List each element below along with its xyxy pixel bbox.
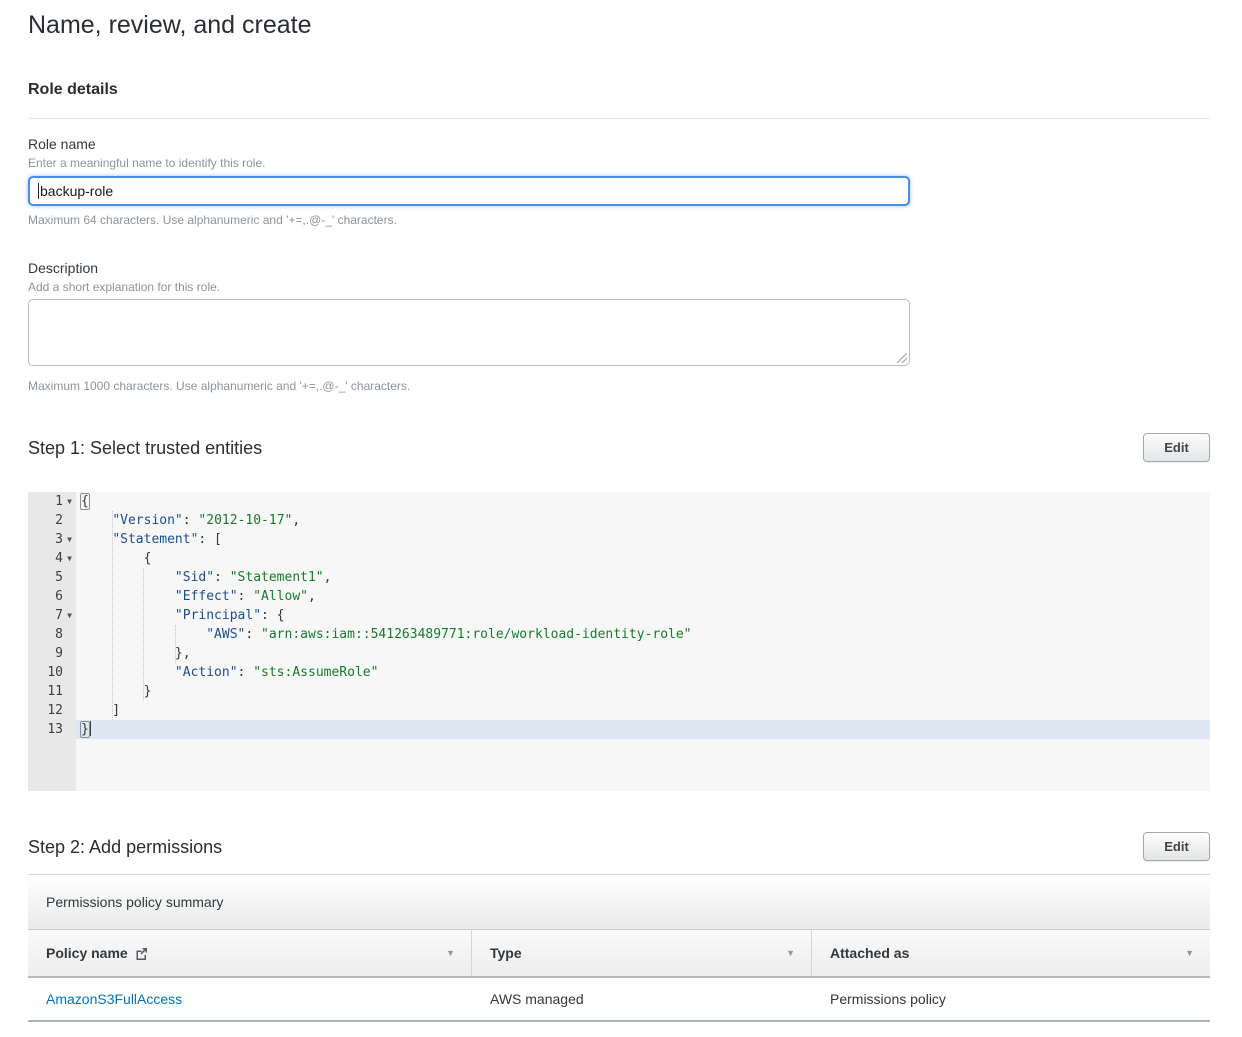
text-caret [38,183,39,199]
description-constraint: Maximum 1000 characters. Use alphanumeri… [28,379,1210,393]
attached-as-filter-icon[interactable]: ▼ [1183,944,1196,962]
step2-heading: Step 2: Add permissions [28,835,222,859]
role-name-input[interactable]: backup-role [28,176,910,206]
description-hint: Add a short explanation for this role. [28,280,1210,294]
type-filter-icon[interactable]: ▼ [784,944,797,962]
attached-as-cell: Permissions policy [830,991,946,1007]
role-name-hint: Enter a meaningful name to identify this… [28,156,1210,170]
step2-edit-button[interactable]: Edit [1143,832,1210,861]
role-name-value: backup-role [40,183,113,199]
column-header-attached-as[interactable]: Attached as ▼ [812,930,1210,976]
permissions-panel-title: Permissions policy summary [46,894,223,910]
policy-name-link[interactable]: AmazonS3FullAccess [46,991,182,1007]
step1-edit-button[interactable]: Edit [1143,433,1210,462]
permissions-panel-header: Permissions policy summary [28,875,1210,930]
role-name-constraint: Maximum 64 characters. Use alphanumeric … [28,213,1210,227]
step1-heading: Step 1: Select trusted entities [28,436,262,460]
column-header-policy-name[interactable]: Policy name ▼ [28,930,472,976]
table-row: AmazonS3FullAccess AWS managed Permissio… [28,978,1210,1022]
policy-editor-lines: 1▼{2 "Version": "2012-10-17",3▼ "Stateme… [28,492,1210,739]
policy-name-filter-icon[interactable]: ▼ [444,944,457,962]
trust-policy-editor[interactable]: 1▼{2 "Version": "2012-10-17",3▼ "Stateme… [28,492,1210,791]
policy-table-header: Policy name ▼ Type ▼ Attached as ▼ [28,930,1210,978]
resize-handle-icon[interactable] [897,353,907,363]
description-label: Description [28,260,1210,277]
description-textarea[interactable] [28,299,910,366]
role-name-label: Role name [28,136,1210,153]
page-title: Name, review, and create [28,10,1210,40]
column-header-type[interactable]: Type ▼ [472,930,812,976]
role-details-heading: Role details [28,80,1210,99]
external-link-icon [135,947,148,960]
name-review-create-page: Name, review, and create Role details Ro… [0,0,1242,1037]
section-divider [28,118,1210,119]
policy-type-cell: AWS managed [490,991,584,1007]
permissions-panel: Permissions policy summary Policy name ▼… [28,874,1210,1022]
